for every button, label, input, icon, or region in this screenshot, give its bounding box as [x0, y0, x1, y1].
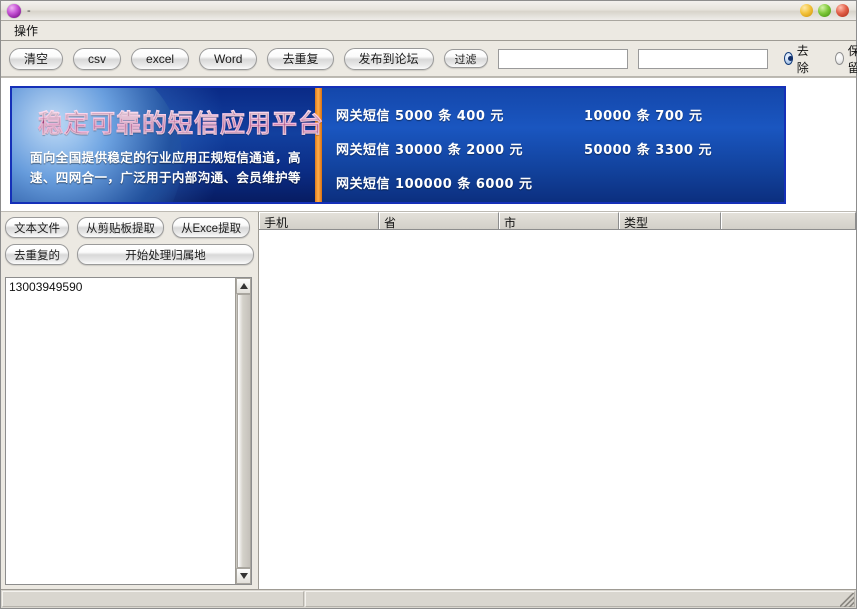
- scroll-track[interactable]: [236, 294, 251, 568]
- price-left-3: 网关短信 100000 条 6000 元: [336, 177, 533, 192]
- banner-headline: 稳定可靠的短信应用平台: [38, 104, 324, 140]
- from-excel-button[interactable]: 从Exce提取: [172, 217, 251, 238]
- menu-item-operations[interactable]: 操作: [9, 21, 43, 40]
- menu-bar: 操作: [1, 21, 856, 41]
- left-button-group: 文本文件 从剪贴板提取 从Exce提取 去重复的 开始处理归属地: [1, 212, 258, 275]
- status-right-panel: [305, 591, 855, 607]
- filter-input-1[interactable]: [497, 48, 628, 69]
- left-button-row-2: 去重复的 开始处理归属地: [5, 244, 254, 265]
- application-window: - 操作 清空 csv excel Word 去重复 发布到论坛 过滤 去除 保…: [0, 0, 857, 609]
- close-button[interactable]: [836, 4, 849, 17]
- column-header-blank[interactable]: [721, 212, 856, 229]
- resize-grip-icon[interactable]: [840, 593, 854, 607]
- price-row: 网关短信 100000 条 6000 元: [336, 168, 784, 202]
- textarea-vertical-scrollbar[interactable]: [235, 278, 251, 584]
- scroll-thumb[interactable]: [237, 294, 251, 568]
- from-clipboard-button[interactable]: 从剪贴板提取: [77, 217, 164, 238]
- radio-remove-label: 去除: [796, 43, 809, 75]
- main-content: 文本文件 从剪贴板提取 从Exce提取 去重复的 开始处理归属地 1300394…: [1, 212, 856, 589]
- chevron-up-icon: [239, 283, 248, 289]
- banner-subtitle: 面向全国提供稳定的行业应用正规短信通道，高 速、四网合一，广泛用于内部沟通、会员…: [30, 148, 330, 188]
- price-row: 网关短信 30000 条 2000 元 50000 条 3300 元: [336, 134, 784, 168]
- text-file-button[interactable]: 文本文件: [5, 217, 69, 238]
- maximize-button[interactable]: [818, 4, 831, 17]
- publish-to-forum-button[interactable]: 发布到论坛: [343, 47, 434, 70]
- csv-button[interactable]: csv: [73, 47, 122, 70]
- filter-input-2[interactable]: [637, 48, 768, 69]
- scroll-up-button[interactable]: [236, 278, 251, 294]
- column-header-phone[interactable]: 手机: [259, 212, 379, 229]
- column-header-city[interactable]: 市: [499, 212, 619, 229]
- dedupe-button[interactable]: 去重复: [267, 47, 334, 70]
- toolbar: 清空 csv excel Word 去重复 发布到论坛 过滤 去除 保留: [1, 41, 857, 77]
- price-left-2: 网关短信 30000 条 2000 元: [336, 143, 524, 158]
- start-locate-button[interactable]: 开始处理归属地: [77, 244, 254, 265]
- price-row: 网关短信 5000 条 400 元 10000 条 700 元: [336, 100, 784, 134]
- column-header-type[interactable]: 类型: [619, 212, 721, 229]
- chevron-down-icon: [239, 573, 248, 579]
- table-body[interactable]: [259, 230, 856, 589]
- excel-button[interactable]: excel: [131, 47, 190, 70]
- dedupe-items-button[interactable]: 去重复的: [5, 244, 69, 265]
- status-bar: [1, 589, 856, 608]
- title-bar[interactable]: -: [1, 1, 856, 21]
- radio-remove-indicator[interactable]: [783, 52, 793, 65]
- banner-left-section: 稳定可靠的短信应用平台 面向全国提供稳定的行业应用正规短信通道，高 速、四网合一…: [12, 88, 323, 202]
- left-button-row-1: 文本文件 从剪贴板提取 从Exce提取: [5, 217, 254, 238]
- word-button[interactable]: Word: [199, 47, 258, 70]
- window-title: -: [27, 4, 32, 17]
- price-right-2: 50000 条 3300 元: [584, 143, 712, 158]
- price-left-1: 网关短信 5000 条 400 元: [336, 109, 504, 124]
- advertisement-banner[interactable]: 稳定可靠的短信应用平台 面向全国提供稳定的行业应用正规短信通道，高 速、四网合一…: [10, 86, 786, 204]
- banner-panel: 稳定可靠的短信应用平台 面向全国提供稳定的行业应用正规短信通道，高 速、四网合一…: [1, 77, 856, 212]
- filter-button[interactable]: 过滤: [443, 49, 488, 68]
- app-orb-icon: [7, 3, 21, 18]
- banner-subtitle-line1: 面向全国提供稳定的行业应用正规短信通道，高: [30, 151, 301, 165]
- results-panel: 手机 省 市 类型: [259, 212, 856, 589]
- scroll-down-button[interactable]: [236, 568, 251, 584]
- minimize-button[interactable]: [800, 4, 813, 17]
- radio-keep-indicator[interactable]: [834, 52, 844, 65]
- status-left-panel: [2, 591, 304, 607]
- radio-keep-label: 保留: [847, 43, 857, 75]
- radio-remove[interactable]: 去除: [783, 42, 813, 76]
- radio-keep[interactable]: 保留: [834, 42, 857, 76]
- phone-list-textarea-wrapper: 13003949590: [5, 277, 252, 585]
- clear-button[interactable]: 清空: [9, 47, 64, 70]
- window-controls: [800, 4, 849, 17]
- banner-price-list: 网关短信 5000 条 400 元 10000 条 700 元 网关短信 300…: [322, 88, 784, 202]
- left-panel: 文本文件 从剪贴板提取 从Exce提取 去重复的 开始处理归属地 1300394…: [1, 212, 259, 589]
- banner-subtitle-line2: 速、四网合一，广泛用于内部沟通、会员维护等: [30, 171, 301, 185]
- table-header-row: 手机 省 市 类型: [259, 212, 856, 230]
- price-right-1: 10000 条 700 元: [584, 109, 703, 124]
- phone-list-textarea[interactable]: 13003949590: [6, 278, 235, 584]
- column-header-province[interactable]: 省: [379, 212, 499, 229]
